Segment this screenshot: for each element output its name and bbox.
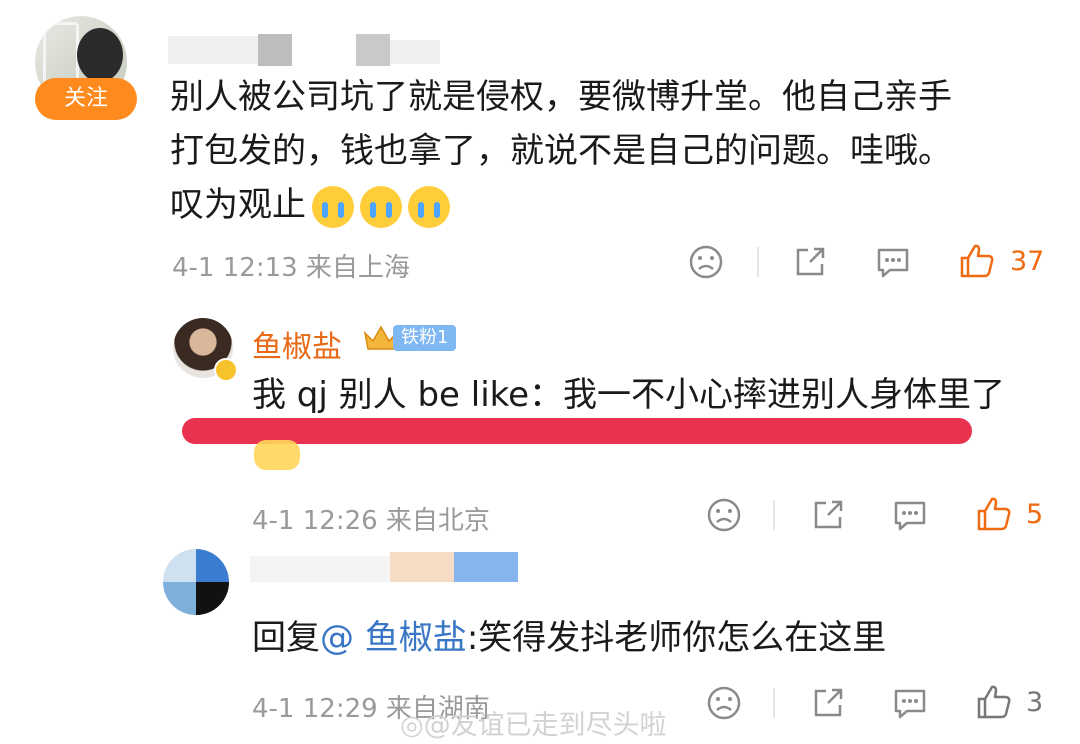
censored-username [168,36,258,64]
comment-text-line: 叹为观止 [170,182,450,228]
censored-username [250,556,390,582]
watermark: ◎@友谊已走到尽头啦 [400,703,667,742]
verified-icon [214,358,238,382]
censored-username [356,34,390,66]
divider [773,688,775,718]
comment-meta: 4-1 12:13 来自上海 [172,253,410,283]
comment-text-line: 别人被公司坑了就是侵权，要微博升堂。他自己亲手 [170,77,952,117]
username[interactable]: 鱼椒盐 [252,322,342,366]
divider [757,247,759,277]
mention-link[interactable]: @ 鱼椒盐 [320,618,467,658]
share-icon[interactable] [810,685,846,721]
like-icon[interactable] [975,683,1013,721]
dislike-icon[interactable] [706,685,742,721]
crying-face-icon [360,185,402,228]
avatar-block [163,582,196,615]
comment-icon[interactable] [891,685,929,721]
like-icon[interactable] [958,242,996,280]
watermark-text: @友谊已走到尽头啦 [423,710,667,741]
comment-meta: 4-1 12:26 来自北京 [252,506,490,536]
comment-icon[interactable] [874,244,912,280]
like-count: 5 [1026,499,1044,530]
censored-username [258,34,292,66]
highlight-underline [182,418,972,444]
like-icon[interactable] [975,495,1013,533]
avatar[interactable] [163,549,229,615]
comment-text-line-3: 叹为观止 [170,185,306,225]
censored-username [454,552,518,582]
crying-face-icon [408,185,450,228]
reply-text: 我 qj 别人 be like：我一不小心摔进别人身体里了 [252,375,1006,415]
reply-body: :笑得发抖老师你怎么在这里 [466,618,887,658]
divider [773,500,775,530]
comment-icon[interactable] [891,497,929,533]
like-count: 37 [1010,246,1045,277]
fan-badge: 铁粉1 [393,325,457,351]
follow-button[interactable]: 关注 [35,78,137,120]
censored-username [390,552,454,582]
folded-hands-icon [254,440,300,470]
like-count: 3 [1026,687,1044,718]
share-icon[interactable] [792,244,828,280]
censored-username [390,40,440,64]
reply-prefix: 回复 [252,618,320,658]
reply-text: 回复@ 鱼椒盐:笑得发抖老师你怎么在这里 [252,615,886,661]
avatar-figure [77,28,123,82]
weibo-logo-icon: ◎ [400,710,424,741]
comment-text-line: 打包发的，钱也拿了，就说不是自己的问题。哇哦。 [170,131,952,171]
share-icon[interactable] [810,497,846,533]
dislike-icon[interactable] [706,497,742,533]
dislike-icon[interactable] [688,244,724,280]
crying-face-icon [312,185,354,228]
avatar-block [196,582,229,615]
